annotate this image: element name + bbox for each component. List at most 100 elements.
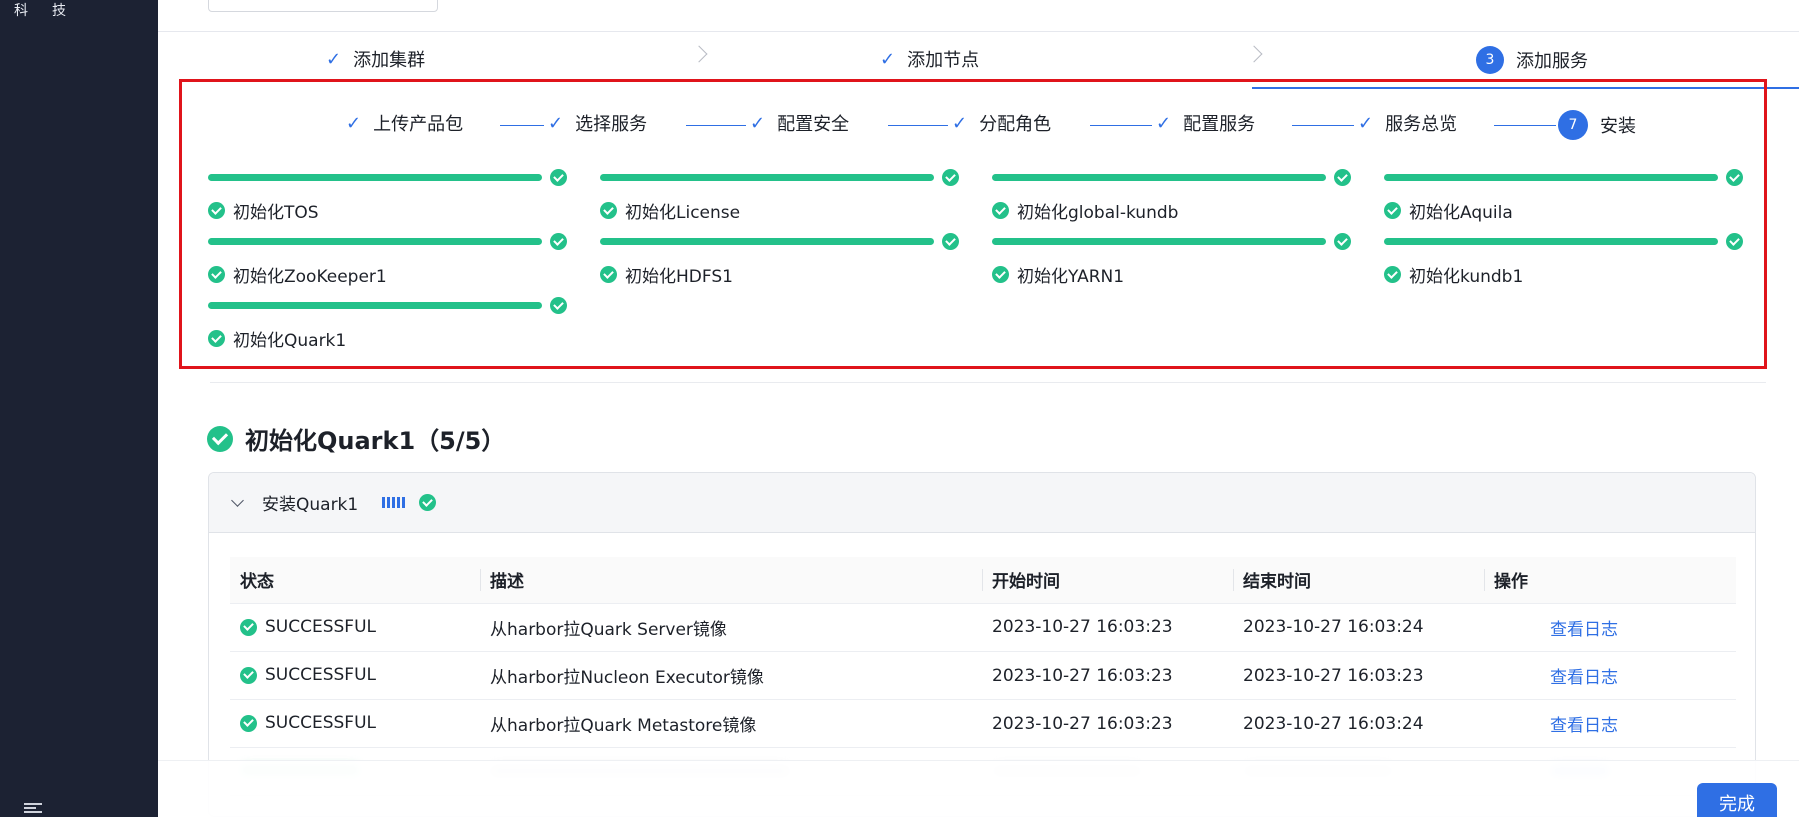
sub-step-assign-role[interactable]: ✓ 分配角色 — [952, 110, 1051, 136]
chevron-down-icon[interactable] — [231, 493, 244, 507]
check-icon: ✓ — [880, 48, 896, 70]
step-connector — [888, 125, 948, 126]
end-cell: 2023-10-27 16:03:24 — [1233, 699, 1484, 748]
section-title: 初始化Quark1（5/5） — [207, 421, 505, 456]
panel-header[interactable]: 安装Quark1 — [209, 473, 1755, 533]
sub-step-label: 安装 — [1600, 116, 1636, 137]
step-number: 3 — [1476, 46, 1504, 74]
search-input[interactable] — [208, 0, 438, 12]
step-add-node[interactable]: ✓ 添加节点 — [880, 46, 979, 72]
progress-bar — [208, 238, 542, 245]
sub-step-label: 上传产品包 — [373, 114, 464, 135]
step-add-cluster[interactable]: ✓ 添加集群 — [326, 46, 425, 72]
task-item: 初始化global-kundb — [992, 169, 1354, 234]
panel-title: 安装Quark1 — [262, 495, 359, 515]
sub-step-install[interactable]: 7 安装 — [1558, 110, 1636, 140]
table-row: SUCCESSFUL 从harbor拉Quark Metastore镜像 202… — [230, 699, 1736, 748]
end-cell: 2023-10-27 16:03:23 — [1233, 651, 1484, 700]
col-header-desc: 描述 — [480, 557, 982, 604]
success-icon — [1726, 233, 1743, 250]
sub-step-overview[interactable]: ✓ 服务总览 — [1358, 110, 1457, 136]
task-item: 初始化Quark1 — [208, 297, 570, 362]
step-connector — [500, 125, 544, 126]
sub-step-upload[interactable]: ✓ 上传产品包 — [346, 110, 463, 136]
desc-cell: 从harbor拉Quark Server镜像 — [480, 603, 982, 652]
col-header-start: 开始时间 — [982, 557, 1233, 604]
progress-bar — [1384, 174, 1718, 181]
task-item: 初始化License — [600, 169, 962, 234]
success-icon — [1726, 169, 1743, 186]
step-connector — [686, 125, 746, 126]
step-label: 添加节点 — [907, 50, 980, 71]
progress-bar — [992, 174, 1326, 181]
divider — [210, 382, 1766, 383]
step-connector — [1090, 125, 1152, 126]
check-icon: ✓ — [548, 112, 564, 134]
view-log-link[interactable]: 查看日志 — [1494, 668, 1618, 688]
progress-bar — [600, 238, 934, 245]
success-icon — [240, 666, 257, 684]
sub-step-label: 分配角色 — [979, 114, 1052, 135]
top-bar — [158, 0, 1799, 32]
status-text: SUCCESSFUL — [265, 665, 376, 685]
check-icon: ✓ — [326, 48, 342, 70]
task-label: 初始化TOS — [233, 203, 319, 223]
success-icon — [208, 330, 225, 347]
task-label: 初始化Quark1 — [233, 331, 347, 351]
sub-step-label: 服务总览 — [1385, 114, 1458, 135]
check-icon: ✓ — [750, 112, 766, 134]
success-icon — [600, 266, 617, 283]
finish-button[interactable]: 完成 — [1697, 783, 1777, 817]
success-icon — [942, 233, 959, 250]
desc-cell: 从harbor拉Quark Metastore镜像 — [480, 699, 982, 748]
success-icon — [1334, 233, 1351, 250]
sub-step-label: 选择服务 — [575, 114, 648, 135]
progress-bar — [600, 174, 934, 181]
status-text: SUCCESSFUL — [265, 713, 376, 733]
sidebar: 科技 — [0, 0, 158, 817]
status-cell: SUCCESSFUL — [230, 700, 480, 748]
footer-bar: 完成 — [158, 760, 1799, 817]
action-cell: 查看日志 — [1484, 699, 1736, 748]
success-icon — [208, 266, 225, 283]
action-cell: 查看日志 — [1484, 651, 1736, 700]
table-header-row: 状态 描述 开始时间 结束时间 操作 — [230, 557, 1736, 604]
task-item: 初始化kundb1 — [1384, 233, 1746, 298]
progress-bar — [992, 238, 1326, 245]
end-cell: 2023-10-27 16:03:24 — [1233, 603, 1484, 652]
main-content: ✓ 添加集群 ✓ 添加节点 3 添加服务 ✓ 上传产品包 ✓ 选择服务 ✓ 配置… — [158, 0, 1799, 817]
sub-step-label: 配置服务 — [1183, 114, 1256, 135]
chevron-right-icon — [690, 45, 708, 63]
sub-step-security[interactable]: ✓ 配置安全 — [750, 110, 849, 136]
progress-bar — [208, 174, 542, 181]
progress-bar — [1384, 238, 1718, 245]
view-log-link[interactable]: 查看日志 — [1494, 716, 1618, 736]
sub-step-config-service[interactable]: ✓ 配置服务 — [1156, 110, 1255, 136]
success-icon — [208, 202, 225, 219]
success-icon — [550, 169, 567, 186]
step-connector — [1494, 125, 1556, 126]
start-cell: 2023-10-27 16:03:23 — [982, 699, 1233, 748]
success-icon — [992, 266, 1009, 283]
success-icon — [240, 618, 257, 636]
desc-cell: 从harbor拉Nucleon Executor镜像 — [480, 651, 982, 700]
progress-bar — [208, 302, 542, 309]
check-icon: ✓ — [346, 112, 362, 134]
task-item: 初始化TOS — [208, 169, 570, 234]
success-icon — [1334, 169, 1351, 186]
view-log-link[interactable]: 查看日志 — [1494, 620, 1618, 640]
task-label: 初始化HDFS1 — [625, 267, 733, 287]
step-add-service[interactable]: 3 添加服务 — [1476, 46, 1588, 74]
success-icon — [1384, 202, 1401, 219]
sub-step-select-service[interactable]: ✓ 选择服务 — [548, 110, 647, 136]
task-item: 初始化YARN1 — [992, 233, 1354, 298]
sub-step-label: 配置安全 — [777, 114, 850, 135]
success-icon — [550, 233, 567, 250]
success-icon — [1384, 266, 1401, 283]
check-icon: ✓ — [1358, 112, 1374, 134]
task-item: 初始化Aquila — [1384, 169, 1746, 234]
menu-icon[interactable] — [24, 803, 42, 813]
highlight-box: ✓ 上传产品包 ✓ 选择服务 ✓ 配置安全 ✓ 分配角色 ✓ 配置服务 ✓ 服务… — [179, 79, 1767, 369]
task-label: 初始化YARN1 — [1017, 267, 1125, 287]
success-icon — [942, 169, 959, 186]
